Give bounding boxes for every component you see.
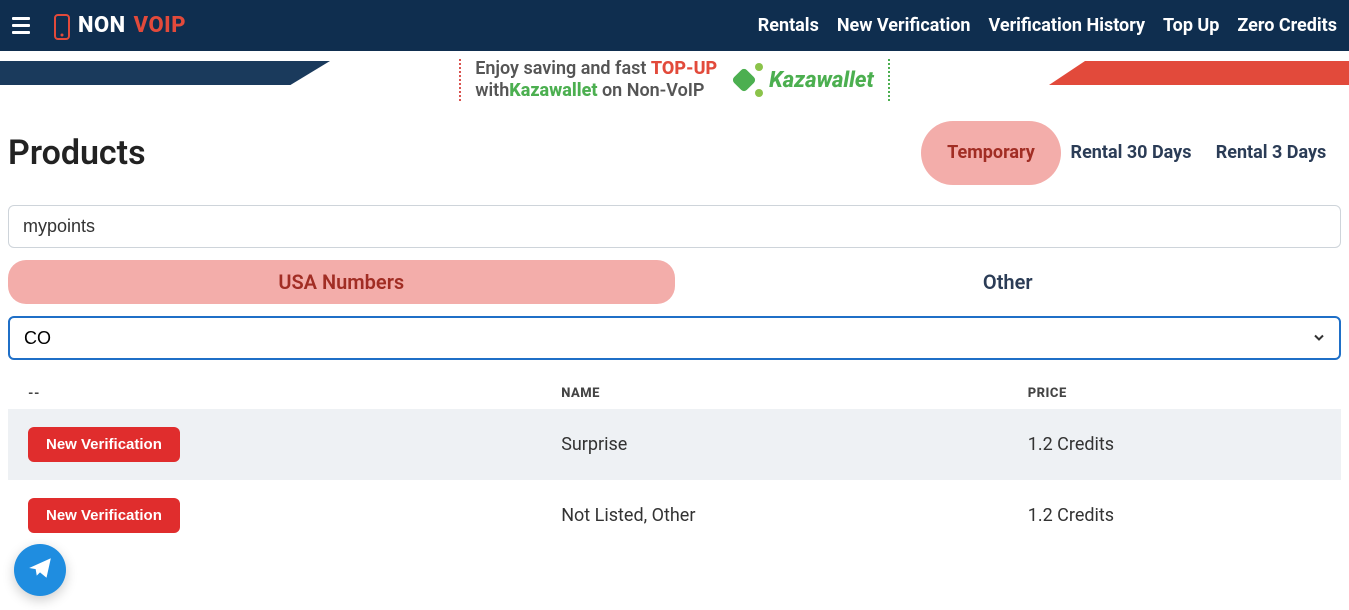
logo-text-non: NON: [78, 13, 126, 38]
col-header-action: --: [8, 378, 541, 409]
phone-icon: [52, 13, 72, 39]
region-tab-usa[interactable]: USA Numbers: [8, 260, 675, 304]
nav-verification-history[interactable]: Verification History: [988, 15, 1145, 36]
table-row: New Verification Not Listed, Other 1.2 C…: [8, 480, 1341, 551]
page-title: Products: [8, 133, 921, 173]
banner-accent-right: [1049, 61, 1349, 85]
nav-links: Rentals New Verification Verification Hi…: [758, 15, 1337, 36]
tab-rental-30[interactable]: Rental 30 Days: [1061, 121, 1201, 185]
nav-rentals[interactable]: Rentals: [758, 15, 819, 36]
banner-line2-suffix: on Non-VoIP: [598, 80, 705, 101]
nav-new-verification[interactable]: New Verification: [837, 15, 971, 36]
top-navbar: NON VOIP Rentals New Verification Verifi…: [0, 0, 1349, 51]
brand-logo[interactable]: NON VOIP: [52, 13, 186, 39]
new-verification-button[interactable]: New Verification: [28, 427, 180, 462]
col-header-price: PRICE: [1008, 378, 1341, 409]
nav-zero-credits[interactable]: Zero Credits: [1237, 15, 1337, 36]
banner-accent-left: [0, 61, 330, 85]
kazawallet-icon: [731, 63, 765, 97]
product-price: 1.2 Credits: [1008, 409, 1341, 480]
dotted-divider-right: [888, 59, 890, 101]
kazawallet-logo: Kazawallet: [731, 63, 874, 97]
promo-banner: Enjoy saving and fast TOP-UP withKazawal…: [0, 55, 1349, 105]
banner-content[interactable]: Enjoy saving and fast TOP-UP withKazawal…: [459, 58, 890, 101]
menu-icon[interactable]: [12, 14, 36, 38]
page-header: Products Temporary Rental 30 Days Rental…: [8, 105, 1341, 193]
banner-line1-prefix: Enjoy saving and fast: [475, 58, 651, 79]
search-input[interactable]: [8, 205, 1341, 248]
kazawallet-text: Kazawallet: [769, 68, 874, 93]
logo-text-voip: VOIP: [134, 13, 186, 38]
state-select[interactable]: CO: [8, 316, 1341, 360]
table-row: New Verification Surprise 1.2 Credits: [8, 409, 1341, 480]
telegram-icon: [27, 555, 53, 585]
banner-line2-prefix: with: [475, 80, 509, 101]
new-verification-button[interactable]: New Verification: [28, 498, 180, 533]
region-tab-other[interactable]: Other: [675, 260, 1342, 304]
duration-tabs: Temporary Rental 30 Days Rental 3 Days: [921, 121, 1341, 185]
col-header-name: NAME: [541, 378, 1008, 409]
product-price: 1.2 Credits: [1008, 480, 1341, 551]
state-select-wrap: CO: [8, 316, 1341, 360]
region-tabs: USA Numbers Other: [8, 260, 1341, 304]
nav-top-up[interactable]: Top Up: [1163, 15, 1219, 36]
telegram-fab[interactable]: [14, 544, 66, 596]
banner-line1-strong: TOP-UP: [651, 58, 717, 79]
products-table: -- NAME PRICE New Verification Surprise …: [8, 378, 1341, 551]
tab-rental-3[interactable]: Rental 3 Days: [1201, 121, 1341, 185]
product-name: Surprise: [541, 409, 1008, 480]
product-name: Not Listed, Other: [541, 480, 1008, 551]
banner-text: Enjoy saving and fast TOP-UP withKazawal…: [475, 58, 717, 101]
tab-temporary[interactable]: Temporary: [921, 121, 1061, 185]
banner-line2-brand: Kazawallet: [509, 80, 597, 101]
dotted-divider-left: [459, 59, 461, 101]
